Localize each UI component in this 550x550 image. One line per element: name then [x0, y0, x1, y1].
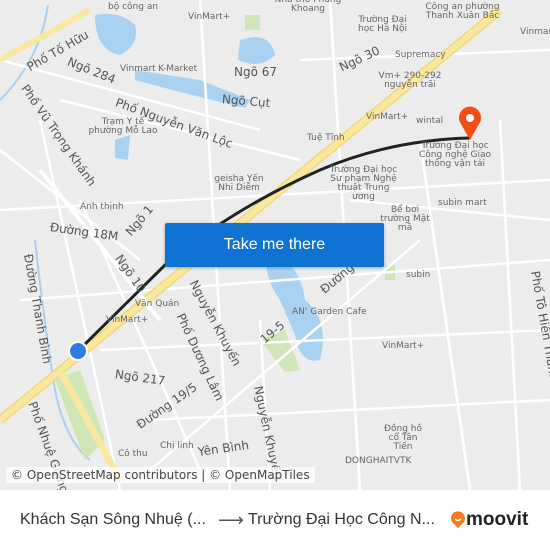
map-label: Cô thu	[118, 449, 148, 459]
map-label: VinMart+	[382, 341, 425, 351]
take-me-there-button[interactable]: Take me there	[165, 223, 384, 267]
map[interactable]: Phố Tố Hữu bộ công an VinMart+ Nhà thờ P…	[0, 0, 550, 490]
map-label: K-Market	[158, 64, 198, 74]
map-label: Đồng hồ cổ Tân Tiến	[384, 424, 422, 452]
origin-name: Khách Sạn Sông Nhuệ (...	[20, 511, 206, 528]
map-label: DONGHAITVTK	[345, 456, 412, 466]
map-label: Trạm Y tế phường Mỗ Lao	[88, 117, 158, 136]
map-label: Trường Đại học Công nghệ Giao thông vận …	[418, 141, 492, 169]
map-label: bộ công an	[108, 2, 159, 12]
map-label: VinMart+	[366, 112, 409, 122]
destination-name: Trường Đại Học Công N...	[248, 511, 435, 528]
map-label: Vinmart	[520, 27, 550, 37]
map-label: Trường Đại học Hà Nội	[358, 15, 407, 34]
map-label: Nhà thờ Phùng Khoang	[274, 0, 342, 14]
map-label: Công an phường Thanh Xuân Bắc	[425, 2, 500, 21]
arrow-right-icon: ⟶	[218, 509, 244, 530]
moovit-logo[interactable]: moovit	[450, 509, 528, 531]
map-label: Vinmart	[120, 64, 156, 74]
map-label: AN' Garden Cafe	[292, 307, 367, 317]
map-label: wintal	[416, 116, 444, 126]
map-label: subin mart	[438, 198, 487, 208]
map-label: Supremacy	[395, 50, 446, 60]
map-label: geisha Yến Nhi Diễm	[214, 174, 264, 193]
map-attribution[interactable]: © OpenStreetMap contributors | © OpenMap…	[6, 467, 315, 483]
origin-marker	[68, 341, 88, 361]
map-label: Văn Quán	[135, 299, 180, 309]
map-label: subin	[406, 270, 431, 280]
map-label: Tuệ Tĩnh	[307, 133, 345, 143]
map-label: Trường Đại học Sư phạm Nghệ thuật Trung …	[329, 165, 398, 202]
map-label: Anh thịnh	[80, 202, 124, 212]
route-footer: Khách Sạn Sông Nhuệ (... ⟶ Trường Đại Họ…	[0, 490, 550, 550]
moovit-pin-icon	[451, 511, 465, 528]
map-label: VinMart+	[106, 315, 149, 325]
moovit-brand-text: moovit	[466, 509, 529, 530]
map-label: VinMart+	[188, 12, 231, 22]
map-label: Vm+ 290-292 nguyễn trãi	[378, 71, 442, 90]
map-label: Ngõ 67	[234, 65, 278, 79]
map-label: Chị linh	[160, 441, 194, 451]
map-label: Bể bơi trường Mật mã	[380, 205, 430, 233]
destination-pin-icon	[459, 106, 481, 140]
